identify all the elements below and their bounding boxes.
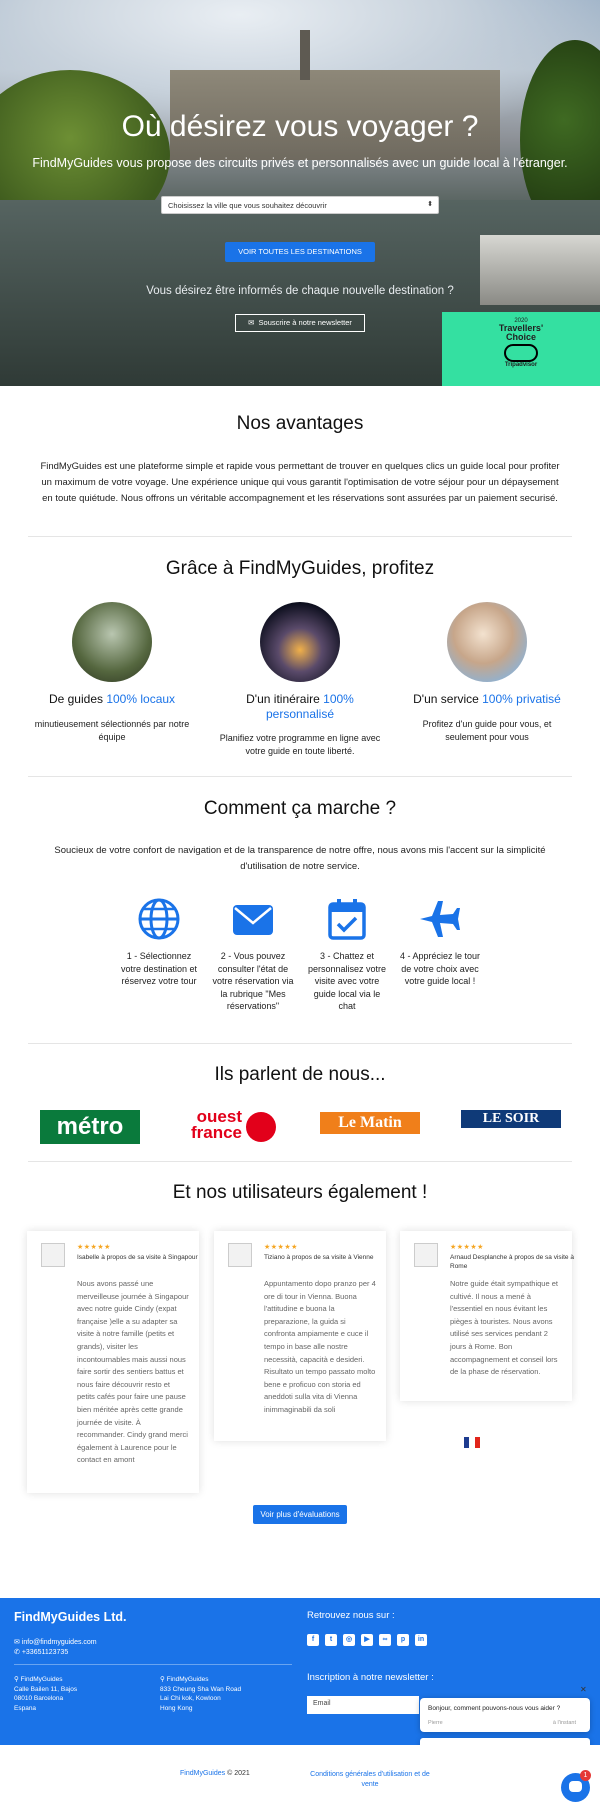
chat-launcher-button[interactable]: 1 xyxy=(561,1770,591,1802)
benefit-photo-itinerary xyxy=(260,602,340,682)
review-text: Nous avons passé une merveilleuse journé… xyxy=(77,1279,189,1465)
language-flag-fr-icon[interactable] xyxy=(464,1435,480,1448)
chat-message-text: Bonjour, comment pouvons-nous vous aider… xyxy=(428,1705,561,1712)
tripadvisor-title-line2: Choice xyxy=(505,332,536,342)
tripadvisor-owl-icon xyxy=(504,344,538,362)
all-destinations-button[interactable]: VOIR TOUTES LES DESTINATIONS xyxy=(225,242,375,262)
instagram-icon[interactable]: ◎ xyxy=(343,1634,355,1646)
linkedin-icon[interactable]: in xyxy=(415,1634,427,1646)
benefit-desc-itinerary: Planifiez votre programme en ligne avec … xyxy=(219,733,381,756)
select-arrows-icon: ⬍ xyxy=(427,201,433,208)
step-4-text: 4 - Appréciez le tour de votre choix ave… xyxy=(399,951,481,986)
hero-spire xyxy=(300,30,310,80)
step-1-text: 1 - Sélectionnez votre destination et ré… xyxy=(120,951,198,986)
benefit-title-service: D'un service 100% privatisé xyxy=(413,692,561,706)
divider xyxy=(28,776,572,777)
footer-address-barcelona: ⚲ FindMyGuides Calle Bailen 11, Bajos 08… xyxy=(14,1676,78,1712)
press-logo-le-soir[interactable]: LE SOIR xyxy=(461,1110,561,1128)
unread-badge: 1 xyxy=(580,1770,591,1781)
divider xyxy=(28,1161,572,1162)
divider xyxy=(28,536,572,537)
tripadvisor-badge[interactable]: 2020 Travellers' Choice Tripadvisor xyxy=(442,312,600,386)
airplane-icon xyxy=(420,901,460,937)
rating-stars: ★★★★★ xyxy=(264,1244,298,1251)
chat-bubble-icon xyxy=(569,1781,582,1792)
footer-newsletter-title: Inscription à notre newsletter : xyxy=(307,1672,434,1683)
advantages-title: Nos avantages xyxy=(236,413,364,434)
bottom-bar: FindMyGuides © 2021 Conditions générales… xyxy=(0,1745,600,1811)
social-links: f t ◎ ▶ ∞ p in xyxy=(307,1634,427,1646)
review-author: Tiziano à propos de sa visite à Vienne xyxy=(264,1254,374,1261)
newsletter-subscribe-button[interactable]: ✉ Souscrire à notre newsletter xyxy=(235,314,365,332)
press-logo-metro[interactable]: métro xyxy=(40,1110,140,1144)
map-pin-icon: ⚲ xyxy=(14,1676,19,1683)
benefit-desc-service: Profitez d'un guide pour vous, et seulem… xyxy=(422,719,552,742)
rating-stars: ★★★★★ xyxy=(450,1244,484,1251)
avatar xyxy=(414,1243,438,1267)
facebook-icon[interactable]: f xyxy=(307,1634,319,1646)
review-author: Arnaud Desplanche à propos de sa visite … xyxy=(450,1254,574,1270)
how-text: Soucieux de votre confort de navigation … xyxy=(54,845,546,872)
how-title: Comment ça marche ? xyxy=(203,798,397,819)
globe-icon xyxy=(138,898,180,940)
copyright: FindMyGuides © 2021 xyxy=(180,1770,250,1777)
more-reviews-button[interactable]: Voir plus d'évaluations xyxy=(253,1505,347,1524)
review-card: ★★★★★ Tiziano à propos de sa visite à Vi… xyxy=(214,1231,386,1441)
press-logo-ouest-france[interactable]: ouest france xyxy=(180,1108,280,1146)
review-text: Appuntamento dopo pranzo per 4 ore di to… xyxy=(264,1279,376,1414)
envelope-icon: ✉ xyxy=(248,318,255,327)
avatar xyxy=(41,1243,65,1267)
tripadvisor-icon[interactable]: ∞ xyxy=(379,1634,391,1646)
rating-stars: ★★★★★ xyxy=(77,1244,111,1251)
hero-title: Où désirez vous voyager ? xyxy=(121,110,479,143)
footer-phone[interactable]: ✆ +33651123735 xyxy=(14,1648,68,1656)
step-2-text: 2 - Vous pouvez consulter l'état de votr… xyxy=(212,951,294,1011)
footer-company: FindMyGuides Ltd. xyxy=(14,1610,127,1624)
footer-email[interactable]: ✉ info@findmyguides.com xyxy=(14,1638,97,1646)
twitter-icon[interactable]: t xyxy=(325,1634,337,1646)
press-logo-le-matin[interactable]: Le Matin xyxy=(320,1112,420,1134)
envelope-icon: ✉ xyxy=(14,1639,20,1646)
step-3-text: 3 - Chattez et personnalisez votre visit… xyxy=(307,951,387,1011)
divider xyxy=(28,1043,572,1044)
review-card: ★★★★★ Isabelle à propos de sa visite à S… xyxy=(27,1231,199,1493)
ouest-france-mark-icon xyxy=(246,1112,276,1142)
review-text: Notre guide était sympathique et cultivé… xyxy=(450,1279,558,1377)
newsletter-subscribe-label: Souscrire à notre newsletter xyxy=(258,318,352,327)
press-title: Ils parlent de nous... xyxy=(214,1064,386,1085)
benefit-photo-guides xyxy=(72,602,152,682)
benefit-desc-guides: minutieusement sélectionnés par notre éq… xyxy=(34,719,190,742)
divider xyxy=(14,1664,292,1665)
destination-select[interactable]: Choisissez la ville que vous souhaitez d… xyxy=(161,196,439,214)
pinterest-icon[interactable]: p xyxy=(397,1634,409,1646)
tripadvisor-brand: Tripadvisor xyxy=(504,362,538,368)
chat-time: à l'instant xyxy=(552,1720,576,1726)
footer-address-hongkong: ⚲ FindMyGuides 833 Cheung Sha Wan Road L… xyxy=(160,1676,242,1712)
brand-link[interactable]: FindMyGuides xyxy=(180,1770,225,1777)
calendar-check-icon xyxy=(328,899,366,940)
chat-author: Pierre xyxy=(428,1720,443,1726)
reviews-title: Et nos utilisateurs également ! xyxy=(172,1182,428,1203)
phone-icon: ✆ xyxy=(14,1649,20,1656)
newsletter-email-input[interactable]: Email xyxy=(307,1696,419,1714)
destination-select-value: Choisissez la ville que vous souhaitez d… xyxy=(168,201,327,210)
benefit-photo-service xyxy=(447,602,527,682)
map-pin-icon: ⚲ xyxy=(160,1676,165,1683)
newsletter-prompt: Vous désirez être informés de chaque nou… xyxy=(146,285,454,297)
advantages-text: FindMyGuides est une plateforme simple e… xyxy=(40,461,560,504)
benefits-title: Grâce à FindMyGuides, profitez xyxy=(165,558,435,579)
youtube-icon[interactable]: ▶ xyxy=(361,1634,373,1646)
hero-subtitle: FindMyGuides vous propose des circuits p… xyxy=(32,156,568,170)
review-card: ★★★★★ Arnaud Desplanche à propos de sa v… xyxy=(400,1231,574,1401)
benefit-title-itinerary: D'un itinéraire 100% personnalisé xyxy=(246,692,354,721)
avatar xyxy=(228,1243,252,1267)
terms-link[interactable]: Conditions générales d'utilisation et de… xyxy=(305,1770,435,1790)
close-icon[interactable]: ✕ xyxy=(580,1685,587,1694)
benefit-title-guides: De guides 100% locaux xyxy=(48,692,176,706)
footer-follow-title: Retrouvez nous sur : xyxy=(307,1610,395,1621)
envelope-icon xyxy=(233,905,273,935)
chat-message[interactable]: Bonjour, comment pouvons-nous vous aider… xyxy=(420,1698,590,1732)
review-author: Isabelle à propos de sa visite à Singapo… xyxy=(77,1254,198,1261)
